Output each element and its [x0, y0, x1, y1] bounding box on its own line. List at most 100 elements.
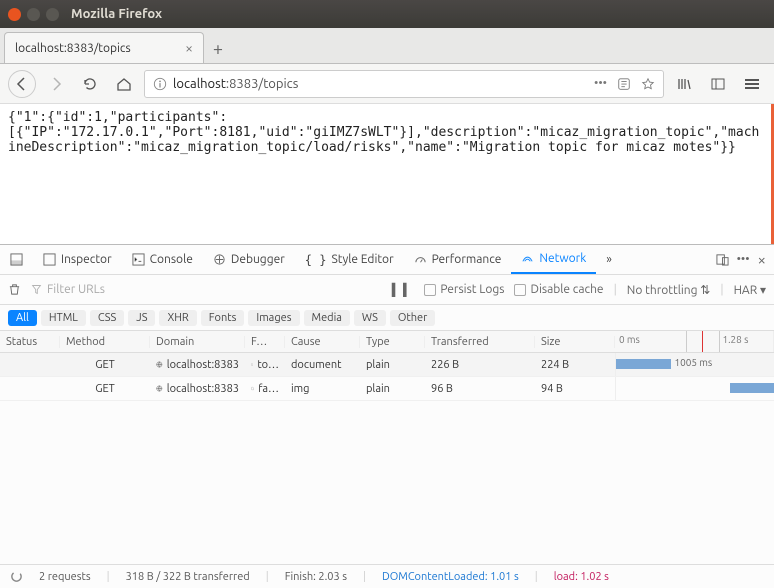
status-load: load: 1.02 s: [554, 571, 609, 583]
chip-xhr[interactable]: XHR: [159, 310, 196, 326]
tab-console[interactable]: Console: [122, 245, 203, 274]
close-tab-icon[interactable]: ×: [185, 40, 193, 56]
home-icon: [116, 76, 132, 92]
sidebar-icon: [710, 76, 726, 92]
spinner-icon: [10, 570, 23, 583]
cell-file: fa…: [245, 383, 285, 395]
pause-button[interactable]: ▍▍: [392, 283, 414, 297]
window-maximize-button[interactable]: [46, 8, 59, 21]
globe-icon: [156, 358, 163, 371]
toolbar: localhost:8383/topics •••: [0, 64, 774, 104]
cell-waterfall: 1005 ms: [615, 353, 774, 376]
app-menu-button[interactable]: [738, 70, 766, 98]
devtools-close-icon[interactable]: ×: [758, 251, 766, 268]
window-close-button[interactable]: [8, 8, 21, 21]
chip-ws[interactable]: WS: [354, 310, 386, 326]
chevron-double-right-icon: »: [606, 253, 612, 266]
chip-html[interactable]: HTML: [41, 310, 86, 326]
window-buttons: [8, 8, 59, 21]
sidebar-button[interactable]: [704, 70, 732, 98]
col-domain[interactable]: Domain: [150, 336, 245, 348]
gauge-icon: [414, 253, 427, 266]
chip-all[interactable]: All: [8, 310, 37, 326]
cell-type: plain: [360, 383, 425, 395]
home-button[interactable]: [110, 70, 138, 98]
arrow-left-icon: [14, 76, 30, 92]
reader-icon[interactable]: [617, 77, 631, 91]
tab-debugger[interactable]: Debugger: [203, 245, 295, 274]
funnel-icon: [31, 284, 42, 295]
status-finish: Finish: 2.03 s: [285, 571, 347, 583]
col-waterfall[interactable]: 0 ms 1.28 s: [615, 331, 774, 352]
console-icon: [132, 253, 145, 266]
status-dcl: DOMContentLoaded: 1.01 s: [382, 571, 519, 583]
hamburger-icon: [745, 79, 759, 89]
forward-button[interactable]: [42, 70, 70, 98]
cell-method: GET: [60, 383, 150, 395]
tab-performance[interactable]: Performance: [404, 245, 512, 274]
url-text: localhost:8383/topics: [173, 77, 298, 91]
devtools-panel: Inspector Console Debugger { } Style Edi…: [0, 244, 774, 588]
addressbar-actions: •••: [594, 77, 655, 91]
chip-media[interactable]: Media: [304, 310, 350, 326]
filter-chips: All HTML CSS JS XHR Fonts Images Media W…: [0, 305, 774, 331]
chip-images[interactable]: Images: [248, 310, 299, 326]
chip-fonts[interactable]: Fonts: [201, 310, 245, 326]
throttling-select[interactable]: No throttling ⇅: [627, 283, 711, 297]
star-icon[interactable]: [641, 77, 655, 91]
cell-transferred: 96 B: [425, 383, 535, 395]
dock-icon: [10, 253, 23, 266]
file-icon: [251, 383, 254, 394]
browser-tab[interactable]: localhost:8383/topics ×: [4, 32, 204, 63]
responsive-icon[interactable]: [716, 253, 729, 266]
arrow-right-icon: [48, 76, 64, 92]
cell-method: GET: [60, 359, 150, 371]
reload-button[interactable]: [76, 70, 104, 98]
network-table: Status Method Domain F… Cause Type Trans…: [0, 331, 774, 564]
col-size[interactable]: Size: [535, 336, 615, 348]
chip-css[interactable]: CSS: [90, 310, 124, 326]
col-file[interactable]: F…: [245, 336, 285, 348]
table-row[interactable]: GETlocalhost:8383fa…imgplain96 B94 B10: [0, 377, 774, 401]
table-header: Status Method Domain F… Cause Type Trans…: [0, 331, 774, 353]
window-minimize-button[interactable]: [27, 8, 40, 21]
trash-icon[interactable]: [8, 283, 21, 296]
debugger-icon: [213, 253, 226, 266]
filter-input[interactable]: Filter URLs: [31, 283, 211, 296]
reload-icon: [82, 76, 98, 92]
back-button[interactable]: [8, 70, 36, 98]
disable-cache-checkbox[interactable]: Disable cache: [514, 283, 603, 296]
status-requests: 2 requests: [39, 571, 91, 583]
devtools-more-icon[interactable]: •••: [737, 253, 750, 266]
devtools-dock-button[interactable]: [0, 245, 33, 274]
library-icon: [676, 76, 692, 92]
col-status[interactable]: Status: [0, 336, 60, 348]
tab-network[interactable]: Network: [511, 245, 596, 274]
address-bar[interactable]: localhost:8383/topics •••: [144, 70, 664, 98]
cell-cause: document: [285, 359, 360, 371]
window-title: Mozilla Firefox: [71, 7, 162, 21]
cell-transferred: 226 B: [425, 359, 535, 371]
col-transferred[interactable]: Transferred: [425, 336, 535, 348]
more-icon[interactable]: •••: [594, 77, 607, 91]
table-row[interactable]: GETlocalhost:8383to…documentplain226 B22…: [0, 353, 774, 377]
tab-inspector[interactable]: Inspector: [33, 245, 122, 274]
library-button[interactable]: [670, 70, 698, 98]
chip-js[interactable]: JS: [128, 310, 155, 326]
persist-logs-checkbox[interactable]: Persist Logs: [424, 283, 504, 296]
tab-strip: localhost:8383/topics × +: [0, 28, 774, 64]
chip-other[interactable]: Other: [390, 310, 435, 326]
tab-style-editor[interactable]: { } Style Editor: [295, 245, 404, 274]
devtools-overflow[interactable]: »: [596, 245, 622, 274]
new-tab-button[interactable]: +: [204, 35, 232, 63]
cell-size: 94 B: [535, 383, 615, 395]
col-method[interactable]: Method: [60, 336, 150, 348]
cell-domain: localhost:8383: [150, 382, 245, 395]
globe-icon: [156, 382, 163, 395]
cell-cause: img: [285, 383, 360, 395]
braces-icon: { }: [305, 253, 327, 267]
har-menu[interactable]: HAR ▾: [734, 283, 766, 297]
col-cause[interactable]: Cause: [285, 336, 360, 348]
col-type[interactable]: Type: [360, 336, 425, 348]
cell-size: 224 B: [535, 359, 615, 371]
